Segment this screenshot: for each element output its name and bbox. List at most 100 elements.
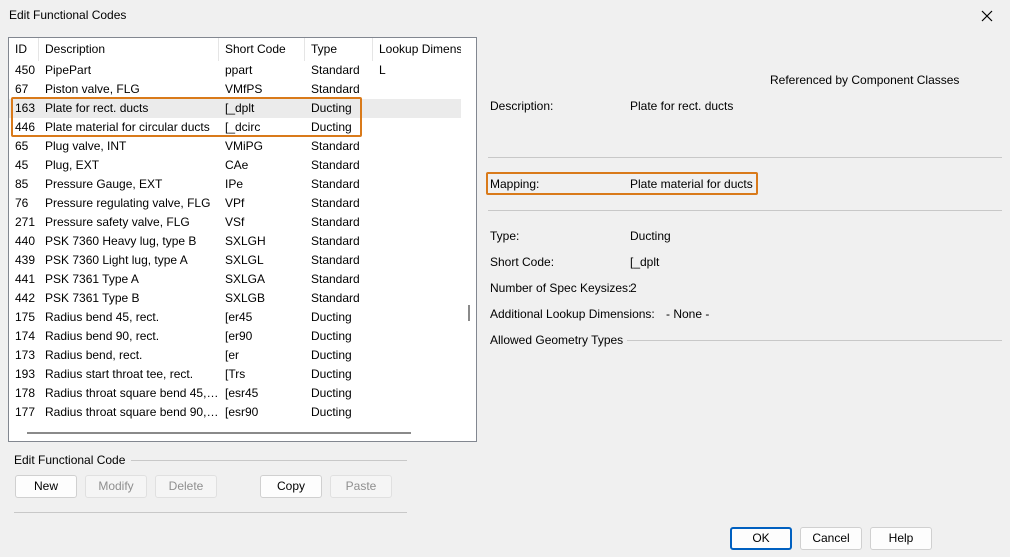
cell-type: Ducting (311, 101, 352, 115)
cell-short-code: VMfPS (225, 82, 263, 96)
column-header-lookup[interactable]: Lookup Dimens (373, 38, 461, 61)
additional-lookup-label: Additional Lookup Dimensions: (490, 307, 655, 321)
mapping-value: Plate material for ducts (630, 177, 753, 191)
cell-short-code: [_dcirc (225, 120, 261, 134)
column-header-short-code[interactable]: Short Code (219, 38, 305, 61)
table-row[interactable]: 173 Radius bend, rect. [er Ducting (9, 346, 461, 365)
cell-description: Plug, EXT (45, 158, 100, 172)
cell-description: Radius throat square bend 90, ... (45, 405, 219, 419)
cell-lookup (373, 175, 461, 194)
cell-type: Standard (311, 234, 360, 248)
cell-id: 175 (15, 310, 36, 324)
vertical-scrollbar[interactable] (466, 38, 476, 441)
cell-id: 174 (15, 329, 36, 343)
table-row[interactable]: 446 Plate material for circular ducts [_dc… (9, 118, 461, 137)
cell-type: Ducting (311, 386, 352, 400)
cell-description: Radius throat square bend 45, ... (45, 386, 219, 400)
cell-type: Ducting (311, 329, 352, 343)
modify-button[interactable]: Modify (85, 475, 147, 498)
cell-type: Ducting (311, 367, 352, 381)
table-row[interactable]: 163 Plate for rect. ducts [_dplt Ducting (9, 99, 461, 118)
column-header-id[interactable]: ID (9, 38, 39, 61)
functional-codes-list[interactable]: ID Description Short Code Type Lookup Di… (8, 37, 477, 442)
table-row[interactable]: 450 PipePart ppart Standard L (9, 61, 461, 80)
cell-type: Standard (311, 158, 360, 172)
cell-type: Standard (311, 177, 360, 191)
cell-type: Ducting (311, 120, 352, 134)
cell-short-code: SXLGH (225, 234, 266, 248)
cell-id: 450 (15, 63, 36, 77)
vertical-scroll-thumb[interactable] (468, 305, 470, 321)
table-row[interactable]: 271 Pressure safety valve, FLG VSf Standard (9, 213, 461, 232)
cell-id: 446 (15, 120, 36, 134)
cell-lookup (373, 137, 461, 156)
cell-id: 442 (15, 291, 36, 305)
edit-group-label: Edit Functional Code (14, 453, 126, 467)
cell-lookup (373, 194, 461, 213)
table-row[interactable]: 175 Radius bend 45, rect. [er45 Ducting (9, 308, 461, 327)
cell-id: 178 (15, 386, 36, 400)
cell-short-code: SXLGA (225, 272, 266, 286)
cell-short-code: [er45 (225, 310, 253, 324)
cell-lookup (373, 156, 461, 175)
cell-type: Standard (311, 253, 360, 267)
cell-lookup (373, 232, 461, 251)
table-row[interactable]: 85 Pressure Gauge, EXT IPe Standard (9, 175, 461, 194)
cell-description: Radius start throat tee, rect. (45, 367, 194, 381)
table-row[interactable]: 177 Radius throat square bend 90, ... [esr… (9, 403, 461, 422)
table-row[interactable]: 178 Radius throat square bend 45, ... [esr… (9, 384, 461, 403)
cell-id: 67 (15, 82, 29, 96)
paste-button[interactable]: Paste (330, 475, 392, 498)
cell-type: Standard (311, 63, 360, 77)
cell-short-code: [_dplt (225, 101, 255, 115)
table-row[interactable]: 174 Radius bend 90, rect. [er90 Ducting (9, 327, 461, 346)
cell-lookup (373, 403, 461, 422)
cell-description: Plate material for circular ducts (45, 120, 210, 134)
cell-id: 177 (15, 405, 36, 419)
cell-id: 193 (15, 367, 36, 381)
table-row[interactable]: 442 PSK 7361 Type B SXLGB Standard (9, 289, 461, 308)
table-row[interactable]: 67 Piston valve, FLG VMfPS Standard (9, 80, 461, 99)
table-row[interactable]: 193 Radius start throat tee, rect. [Trs Duc… (9, 365, 461, 384)
table-row[interactable]: 439 PSK 7360 Light lug, type A SXLGL Standa… (9, 251, 461, 270)
cancel-button[interactable]: Cancel (800, 527, 862, 550)
cell-short-code: CAe (225, 158, 249, 172)
cell-id: 441 (15, 272, 36, 286)
cell-id: 65 (15, 139, 29, 153)
table-row[interactable]: 65 Plug valve, INT VMiPG Standard (9, 137, 461, 156)
geometry-types-label: Allowed Geometry Types (490, 333, 624, 347)
cell-type: Standard (311, 139, 360, 153)
cell-type: Standard (311, 291, 360, 305)
close-button[interactable] (964, 0, 1010, 32)
help-button[interactable]: Help (870, 527, 932, 550)
cell-description: Pressure Gauge, EXT (45, 177, 163, 191)
referenced-by-label: Referenced by Component Classes (770, 73, 960, 87)
column-header-type[interactable]: Type (305, 38, 373, 61)
additional-lookup-value: - None - (666, 307, 710, 321)
cell-id: 271 (15, 215, 36, 229)
cell-lookup (373, 251, 461, 270)
delete-button[interactable]: Delete (155, 475, 217, 498)
cell-short-code: VMiPG (225, 139, 264, 153)
table-row[interactable]: 441 PSK 7361 Type A SXLGA Standard (9, 270, 461, 289)
cell-description: Piston valve, FLG (45, 82, 140, 96)
horizontal-scroll-thumb[interactable] (27, 432, 411, 434)
type-label: Type: (490, 229, 520, 243)
cell-short-code: [esr45 (225, 386, 259, 400)
geometry-divider (627, 340, 1002, 341)
cell-description: PSK 7360 Heavy lug, type B (45, 234, 197, 248)
cell-description: PSK 7361 Type B (45, 291, 140, 305)
copy-button[interactable]: Copy (260, 475, 322, 498)
title-bar: Edit Functional Codes (0, 0, 1010, 32)
table-row[interactable]: 76 Pressure regulating valve, FLG VPf Stand… (9, 194, 461, 213)
cell-lookup (373, 384, 461, 403)
cell-description: Radius bend 45, rect. (45, 310, 160, 324)
table-row[interactable]: 45 Plug, EXT CAe Standard (9, 156, 461, 175)
ok-button[interactable]: OK (730, 527, 792, 550)
horizontal-scrollbar[interactable] (9, 426, 466, 441)
new-button[interactable]: New (15, 475, 77, 498)
cell-description: Radius bend 90, rect. (45, 329, 160, 343)
table-row[interactable]: 440 PSK 7360 Heavy lug, type B SXLGH Standa… (9, 232, 461, 251)
column-header-description[interactable]: Description (39, 38, 219, 61)
cell-lookup (373, 346, 461, 365)
